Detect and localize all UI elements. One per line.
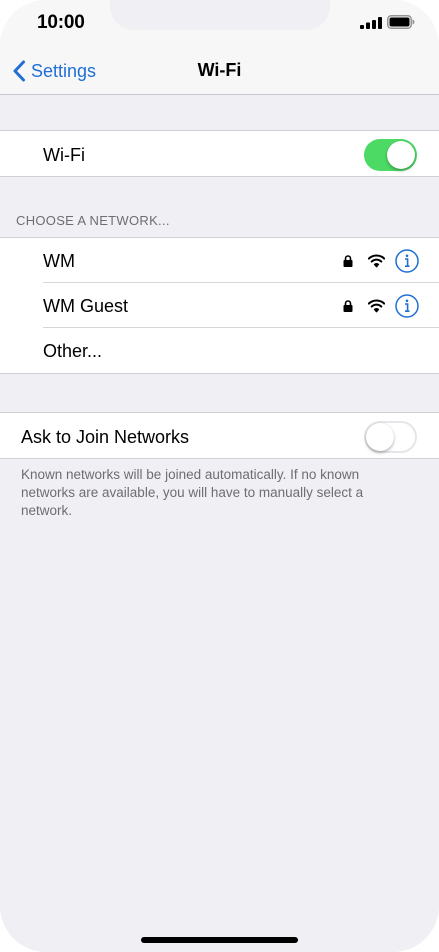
wifi-row: Wi-Fi [0, 131, 439, 176]
status-bar: 10:00 [0, 0, 439, 46]
section-header-networks: CHOOSE A NETWORK... [16, 213, 170, 228]
notch [110, 0, 330, 30]
network-list: WM WM Guest Other... [0, 237, 439, 374]
ask-to-join-toggle[interactable] [364, 421, 417, 453]
wifi-toggle-group: Wi-Fi [0, 130, 439, 177]
toggle-knob [387, 141, 415, 169]
ask-to-join-note: Known networks will be joined automatica… [21, 467, 364, 518]
ask-to-join-row: Ask to Join Networks [0, 413, 439, 458]
toggle-knob [366, 423, 394, 451]
lock-icon [343, 255, 353, 267]
wifi-icon [368, 254, 385, 268]
lock-icon [343, 300, 353, 312]
battery-icon [387, 15, 415, 29]
wifi-icon [368, 299, 385, 313]
network-name: Other... [43, 341, 103, 361]
navigation-bar: Settings Wi-Fi [0, 46, 439, 95]
ask-to-join-label: Ask to Join Networks [21, 427, 190, 447]
cellular-signal-icon [360, 17, 382, 29]
status-time: 10:00 [37, 12, 85, 33]
wifi-toggle[interactable] [364, 139, 417, 171]
wifi-label: Wi-Fi [43, 145, 85, 165]
home-indicator[interactable] [141, 937, 298, 943]
network-status-icons [343, 293, 419, 319]
network-status-icons [343, 248, 419, 274]
network-row-wm[interactable]: WM [0, 238, 439, 283]
info-icon[interactable] [395, 294, 419, 318]
network-row-wm-guest[interactable]: WM Guest [0, 283, 439, 328]
network-row-other[interactable]: Other... [0, 328, 439, 373]
phone-screen: 10:00 Settings Wi-Fi Wi-Fi CHOOSE A NETW… [0, 0, 439, 952]
page-title: Wi-Fi [197, 60, 242, 80]
info-icon[interactable] [395, 249, 419, 273]
ask-to-join-group: Ask to Join Networks [0, 412, 439, 459]
network-name: WM [43, 251, 75, 271]
network-name: WM Guest [43, 296, 129, 316]
